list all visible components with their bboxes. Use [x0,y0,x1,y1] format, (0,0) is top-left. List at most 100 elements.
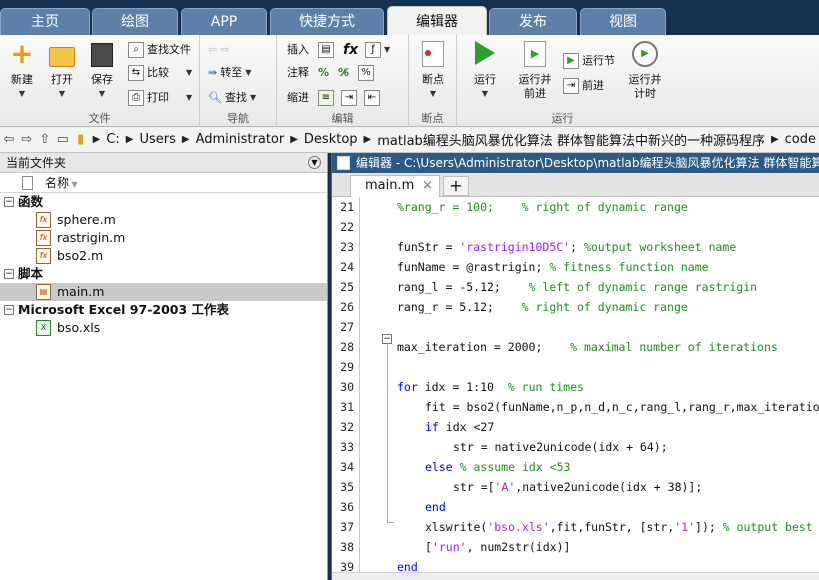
find-button[interactable]: 🔍︎ 查找 ▼ [208,88,256,108]
crumb-separator: ▶ [770,134,779,145]
open-button[interactable]: 打开 ▼ [42,41,82,101]
run-section-button[interactable]: ▶ 运行节 [563,51,615,71]
code-text: funStr = 'rastrigin10D5C'; %output works… [397,240,737,254]
magnifier-icon: 🔍︎ [208,91,222,104]
crumb-desktop[interactable]: Desktop [304,132,358,147]
panel-menu-icon[interactable]: ▼ [308,156,321,169]
find-files-button[interactable]: ⌕ 查找文件 [128,40,191,60]
crumb-administrator[interactable]: Administrator [196,132,285,147]
line-number: 22 [340,220,354,234]
folder-icon: ▮ [77,132,85,147]
back-forward-arrows[interactable]: ⇦ ⇨ [208,40,229,60]
line-number: 37 [340,520,354,534]
fold-line [387,344,388,522]
file-item[interactable]: fx rastrigin.m [0,229,327,247]
folder-icon [49,47,75,67]
line-number: 32 [340,420,354,434]
file-header-icon [22,176,33,190]
indent-button[interactable]: 缩进 ≡ ⇥ ⇤ [287,88,380,108]
fold-toggle-icon[interactable]: − [382,334,392,344]
editor-titlebar: 编辑器 - C:\Users\Administrator\Desktop\mat… [332,153,819,173]
file-group-label: 文件 [88,112,111,125]
collapse-toggle-icon[interactable]: − [4,269,14,279]
breakpoints-group-label: 断点 [421,112,444,125]
run-and-advance-button[interactable]: ▶ 运行并 前进 [513,41,557,101]
breakpoints-label: 断点 [422,73,444,86]
group-functions[interactable]: − 函数 [0,193,327,211]
navigate-group-label: 导航 [227,112,249,125]
back-arrow-icon[interactable]: ⇦ [0,132,18,147]
crumb-separator: ▶ [92,134,101,145]
chevron-down-icon: ▼ [186,93,193,102]
comment-button[interactable]: 注释% %̸% [287,63,375,83]
tab-home[interactable]: 主页 [0,8,90,35]
file-item-selected[interactable]: ▤ main.m [0,283,327,301]
goto-arrow-icon: ⇛ [208,66,218,79]
code-text: if idx <27 [425,420,495,434]
group-label: Microsoft Excel 97-2003 工作表 [18,302,230,317]
up-folder-icon[interactable]: ⇧ [36,132,54,147]
run-label: 运行 [474,73,496,86]
breakpoints-button[interactable]: 断点 ▼ [413,41,453,101]
new-tab-button[interactable]: + [443,176,469,196]
collapse-toggle-icon[interactable]: − [4,197,14,207]
goto-button[interactable]: ⇛ 转至 ▼ [208,63,251,83]
crumb-project[interactable]: matlab编程头脑风暴优化算法 群体智能算法中新兴的一种源码程序 [377,130,765,149]
insert-button[interactable]: 插入 ▤ [287,40,334,60]
chevron-down-icon: ▼ [186,68,193,77]
line-number: 30 [340,380,354,394]
advance-button[interactable]: ⇥ 前进 [563,76,604,96]
line-number: 23 [340,240,354,254]
crumb-drive[interactable]: C: [106,132,119,147]
file-item[interactable]: fx bso2.m [0,247,327,265]
insert-icon: ▤ [318,42,334,58]
name-column-header[interactable]: 名称 ▼ [0,173,327,193]
line-number: 39 [340,560,354,572]
browse-folder-icon[interactable]: ▭ [54,132,72,147]
indent-label: 缩进 [287,91,309,104]
new-button[interactable]: + 新建 ▼ [2,40,42,101]
file-item[interactable]: Xbso.xls [0,319,327,337]
collapse-toggle-icon[interactable]: − [4,305,14,315]
code-line: 29 [332,357,819,377]
tab-plots[interactable]: 绘图 [92,8,178,35]
close-icon[interactable]: × [422,176,433,196]
forward-arrow-icon[interactable]: ⇨ [18,132,36,147]
file-tab-label: main.m [365,178,415,193]
name-column-label: 名称 [45,176,70,190]
run-button[interactable]: 运行 ▼ [465,41,505,101]
code-area[interactable]: 21 %rang_r = 100; % right of dynamic rang… [332,197,819,572]
line-number: 38 [340,540,354,554]
run-time-label-1: 运行并 [628,73,662,86]
tab-editor[interactable]: 编辑器 [387,6,487,36]
compare-button[interactable]: ⇆ 比较 ▼ [128,63,192,83]
tab-publish[interactable]: 发布 [489,8,577,35]
run-time-label-2: 计时 [634,87,656,100]
run-and-time-button[interactable]: ▶ 运行并 计时 [623,41,667,101]
fx-button[interactable]: fx [343,40,358,60]
run-advance-label-1: 运行并 [518,73,552,86]
crumb-users[interactable]: Users [139,132,175,147]
tab-shortcuts[interactable]: 快捷方式 [270,8,384,35]
breakpoint-icon [422,41,444,67]
tab-apps[interactable]: APP [181,8,267,35]
print-button[interactable]: ⎙ 打印 ▼ [128,88,192,108]
file-item[interactable]: fx sphere.m [0,211,327,229]
crumb-code[interactable]: code [785,132,816,147]
crumb-separator: ▶ [181,134,190,145]
save-button[interactable]: 保存 ▼ [82,41,122,101]
group-label: 函数 [18,194,44,209]
sort-arrow-icon: ▼ [69,180,78,189]
horizontal-scrollbar[interactable] [332,572,819,580]
file-tab-main[interactable]: main.m × [350,175,440,197]
group-scripts[interactable]: − 脚本 [0,265,327,283]
tab-view[interactable]: 视图 [580,8,666,35]
open-label: 打开 [51,73,73,86]
run-section-label: 运行节 [582,54,615,67]
line-number: 33 [340,440,354,454]
group-excel[interactable]: − Microsoft Excel 97-2003 工作表 [0,301,327,319]
m-file-icon: fx [36,212,51,228]
function-browser-button[interactable]: ƒ ▼ [365,40,390,60]
line-number: 34 [340,460,354,474]
code-line: 30 for idx = 1:10 % run times [332,377,819,397]
